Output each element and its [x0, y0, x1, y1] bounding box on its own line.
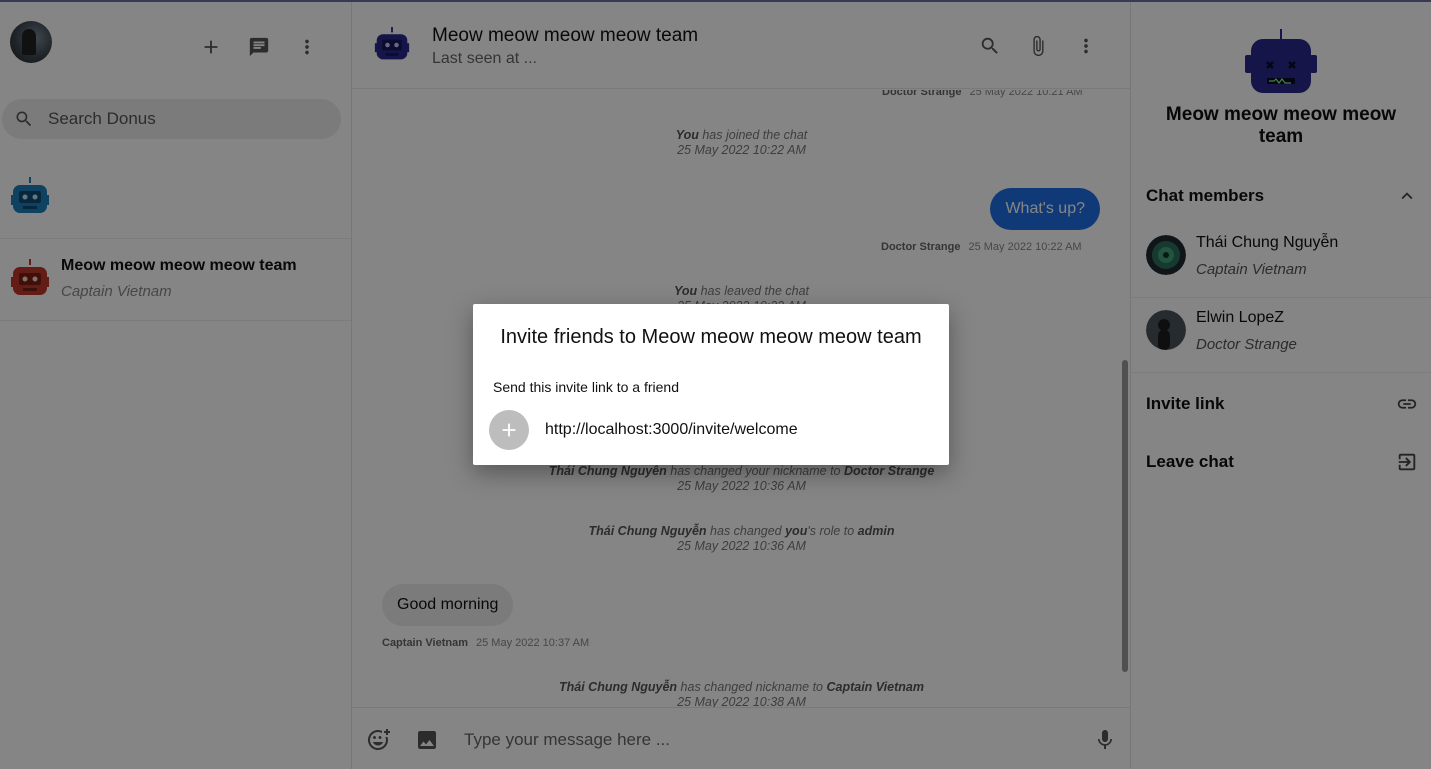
- dialog-subtitle: Send this invite link to a friend: [493, 379, 679, 395]
- invite-dialog: Invite friends to Meow meow meow meow te…: [473, 304, 949, 465]
- copy-link-button[interactable]: [489, 410, 529, 450]
- dialog-title: Invite friends to Meow meow meow meow te…: [500, 326, 922, 348]
- plus-icon: [502, 423, 516, 437]
- invite-link-text[interactable]: http://localhost:3000/invite/welcome: [545, 421, 798, 439]
